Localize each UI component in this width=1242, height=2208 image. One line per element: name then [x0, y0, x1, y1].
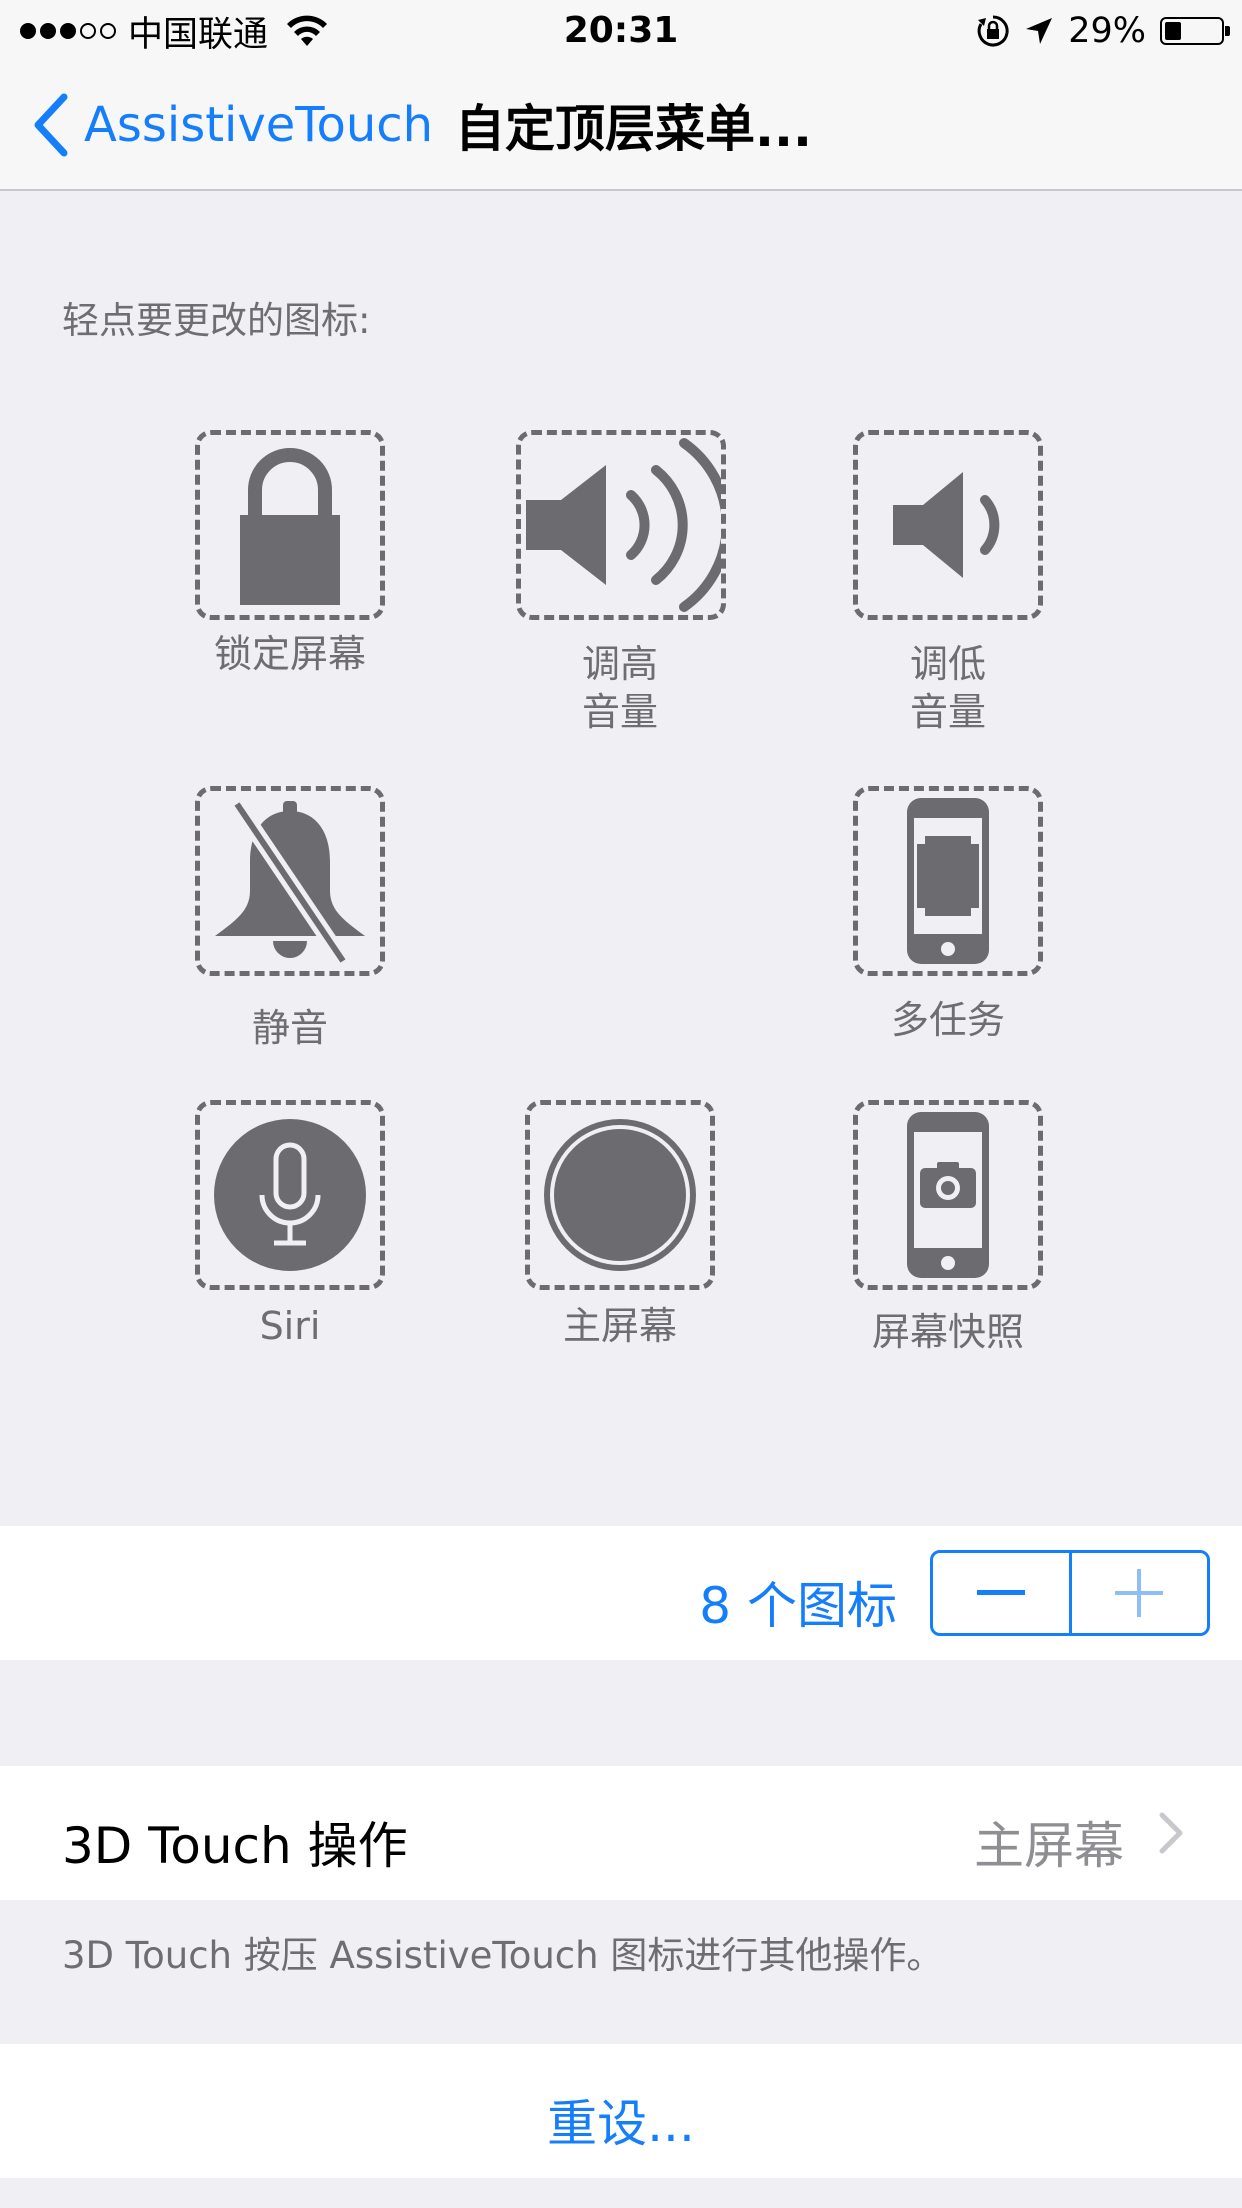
rotation-lock-icon	[977, 15, 1009, 47]
lock-icon	[240, 448, 340, 605]
increment-button[interactable]	[1068, 1553, 1208, 1633]
navigation-bar: AssistiveTouch 自定顶层菜单...	[0, 60, 1242, 191]
3d-touch-footnote: 3D Touch 按压 AssistiveTouch 图标进行其他操作。	[62, 1934, 944, 1977]
icon-slot-home[interactable]	[525, 1100, 715, 1290]
mute-icon	[215, 799, 365, 966]
status-bar: 中国联通 20:31 29%	[0, 0, 1242, 60]
icon-label: 调低 音量	[909, 642, 986, 734]
icon-slot-screenshot[interactable]	[853, 1100, 1043, 1290]
icon-slot-mute[interactable]	[195, 786, 385, 976]
location-arrow-icon	[1026, 18, 1053, 44]
icon-label: 调高 音量	[581, 642, 658, 734]
chevron-right-icon	[1159, 1812, 1183, 1854]
reset-button[interactable]: 重设...	[0, 2044, 1242, 2178]
multitasking-icon	[907, 798, 989, 964]
icon-slot-siri[interactable]	[195, 1100, 385, 1290]
icon-slot-volume-down[interactable]	[853, 430, 1043, 620]
3d-touch-label: 3D Touch 操作	[62, 1817, 408, 1875]
3d-touch-value: 主屏幕	[974, 1817, 1124, 1875]
back-label: AssistiveTouch	[84, 97, 434, 153]
battery-icon	[1160, 17, 1230, 45]
icon-slot-lock-screen[interactable]	[195, 430, 385, 620]
chevron-left-icon	[34, 93, 68, 157]
3d-touch-action-row[interactable]: 3D Touch 操作 主屏幕	[0, 1766, 1242, 1900]
home-icon	[544, 1119, 696, 1271]
minus-icon	[976, 1590, 1025, 1595]
screenshot-icon	[907, 1112, 989, 1278]
status-right: 29%	[976, 10, 1230, 52]
reset-label: 重设...	[547, 2095, 695, 2153]
icon-count-row: 8 个图标	[0, 1526, 1242, 1660]
decrement-button[interactable]	[933, 1553, 1069, 1633]
icon-label: Siri	[259, 1304, 321, 1348]
icon-slot-multitasking[interactable]	[853, 786, 1043, 976]
icon-label: 主屏幕	[562, 1304, 677, 1348]
icon-count-text: 8 个图标	[699, 1577, 897, 1635]
volume-down-icon	[893, 472, 1000, 578]
siri-icon	[214, 1119, 366, 1271]
icon-slot-volume-up[interactable]	[516, 430, 726, 620]
icon-label: 静音	[251, 1006, 328, 1050]
volume-up-icon	[526, 438, 721, 612]
back-button[interactable]: AssistiveTouch	[30, 90, 433, 160]
battery-percent: 29%	[1068, 11, 1146, 51]
icon-label: 锁定屏幕	[213, 632, 366, 676]
page-title: 自定顶层菜单...	[455, 100, 812, 158]
icon-label: 屏幕快照	[871, 1310, 1024, 1354]
icon-count-stepper[interactable]	[930, 1550, 1210, 1636]
section-label: 轻点要更改的图标:	[62, 299, 371, 342]
plus-icon	[1115, 1569, 1164, 1617]
icon-label: 多任务	[890, 998, 1005, 1042]
